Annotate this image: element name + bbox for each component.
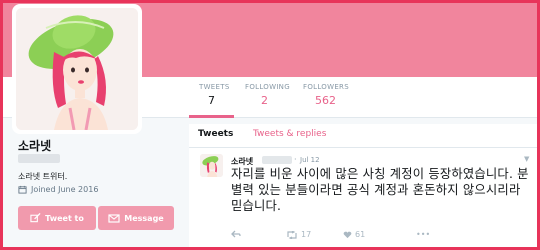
stat-tweets[interactable]: TWEETS 7	[199, 83, 230, 107]
chevron-down-icon[interactable]: ▼	[524, 155, 529, 163]
profile-name: 소라넷	[18, 139, 52, 153]
stat-followers[interactable]: FOLLOWERS 562	[303, 83, 349, 107]
compose-icon	[30, 213, 41, 223]
stat-tweets-value: 7	[208, 94, 215, 107]
calendar-icon	[18, 185, 27, 194]
message-label: Message	[124, 213, 164, 223]
stat-tweets-label: TWEETS	[199, 83, 230, 91]
girl-sunhat-illustration	[16, 8, 138, 130]
tweet-to-label: Tweet to	[45, 213, 84, 223]
heart-icon	[343, 231, 352, 238]
tweet-actions: 17 61 •••	[231, 230, 531, 244]
stat-following-label: FOLLOWING	[245, 83, 290, 91]
stat-active-indicator	[189, 115, 234, 118]
tweet-separator: ·	[294, 155, 297, 164]
tweet-avatar-illustration	[200, 154, 223, 177]
like-count: 61	[355, 230, 366, 239]
stat-followers-label: FOLLOWERS	[303, 83, 349, 91]
tweet-avatar[interactable]	[200, 154, 223, 177]
tab-tweets-replies[interactable]: Tweets & replies	[253, 129, 326, 139]
stat-following-value: 2	[261, 94, 268, 107]
avatar-illustration	[16, 8, 138, 130]
message-button[interactable]: Message	[98, 206, 174, 230]
stat-followers-value: 562	[315, 94, 336, 107]
profile-bio: 소라넷 트위터.	[18, 172, 68, 181]
retweet-action[interactable]: 17	[286, 230, 311, 239]
joined-text: Joined June 2016	[31, 185, 99, 194]
profile-joined: Joined June 2016	[18, 185, 98, 194]
profile-handle-redacted	[18, 154, 60, 163]
reply-icon	[231, 230, 241, 238]
tweet-to-button[interactable]: Tweet to	[18, 206, 96, 230]
more-icon: •••	[416, 230, 431, 239]
tweet-text: 자리를 비운 사이에 많은 사칭 계정이 등장하였습니다. 분별력 있는 분들이…	[231, 167, 529, 213]
tweet-handle-redacted	[262, 156, 292, 164]
more-action[interactable]: •••	[416, 230, 430, 239]
tweet-date[interactable]: Jul 12	[300, 156, 320, 164]
profile-avatar[interactable]	[12, 4, 142, 134]
like-action[interactable]: 61	[343, 230, 365, 239]
retweet-icon	[287, 230, 297, 239]
timeline: Tweets Tweets & replies 소라넷 · Jul 12 ▼ 자…	[189, 124, 540, 250]
timeline-tabs: Tweets Tweets & replies	[189, 124, 540, 148]
reply-action[interactable]	[231, 230, 241, 238]
tab-tweets[interactable]: Tweets	[198, 129, 233, 139]
stat-following[interactable]: FOLLOWING 2	[245, 83, 290, 107]
retweet-count: 17	[301, 230, 312, 239]
envelope-icon	[108, 213, 120, 223]
